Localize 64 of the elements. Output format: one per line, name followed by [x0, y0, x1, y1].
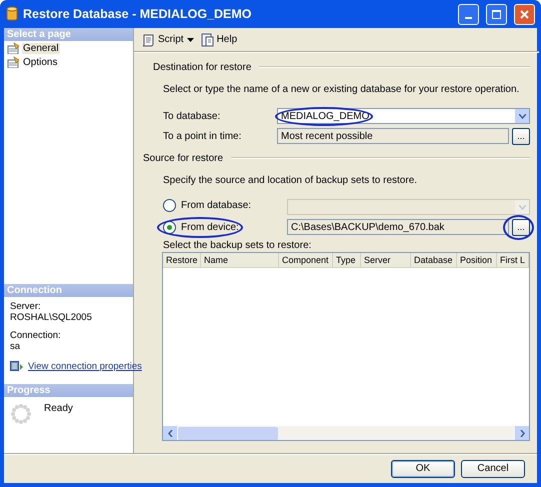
ok-button[interactable]: OK: [391, 460, 455, 478]
column-header[interactable]: Server: [361, 253, 411, 267]
database-dropdown[interactable]: MEDIALOG_DEMO: [277, 108, 530, 124]
column-header[interactable]: Database: [411, 253, 457, 267]
script-button[interactable]: Script: [141, 32, 194, 46]
connection-label: Connection:: [10, 330, 62, 341]
database-icon: [6, 6, 18, 22]
caret-icon: [186, 38, 194, 42]
chevron-down-icon: [518, 204, 526, 210]
section-header: Connection: [4, 284, 133, 297]
column-header[interactable]: Position: [457, 253, 497, 267]
help-button[interactable]: Help: [200, 32, 238, 46]
time-field: Most recent possible: [277, 128, 509, 144]
browse-button[interactable]: ...: [512, 128, 530, 144]
window-title: Restore Database - MEDIALOG_DEMO: [23, 7, 253, 21]
radio-option[interactable]: From device:: [163, 220, 239, 234]
field-label: To a point in time:: [163, 130, 242, 142]
field-label: To database:: [163, 110, 222, 122]
radio-option[interactable]: From database:: [163, 199, 252, 212]
spinner-icon: [10, 403, 32, 425]
radio-label: From device:: [181, 222, 239, 232]
field-value: C:\Bases\BACKUP\demo_670.bak: [291, 222, 444, 232]
cancel-button[interactable]: Cancel: [461, 460, 525, 478]
maximize-button[interactable]: [486, 4, 507, 24]
radio-label: From database:: [181, 200, 252, 211]
connection-properties-link[interactable]: View connection properties: [28, 360, 142, 372]
instruction-text: Specify the source and location of backup sets to restore.: [162, 174, 418, 188]
server-label: Server:: [10, 301, 42, 312]
column-header[interactable]: Restore: [163, 253, 201, 267]
user-name: sa: [10, 341, 22, 352]
close-button[interactable]: [514, 4, 535, 24]
properties-icon: [10, 360, 24, 372]
path-field[interactable]: [287, 199, 530, 215]
help-icon: [200, 32, 214, 46]
column-header[interactable]: First L: [497, 253, 529, 267]
page-icon: [7, 56, 19, 68]
maximize-icon: [491, 8, 502, 20]
table-label: Select the backup sets to restore:: [162, 239, 312, 251]
chevron-right-icon: [520, 430, 524, 436]
section-header: Select a page: [4, 28, 133, 41]
path-field[interactable]: C:\Bases\BACKUP\demo_670.bak: [287, 219, 509, 235]
page-item[interactable]: Options: [22, 56, 58, 68]
page-item[interactable]: General: [22, 42, 60, 54]
column-header[interactable]: Component: [279, 253, 333, 267]
column-header[interactable]: Type: [333, 253, 361, 267]
column-header[interactable]: Name: [201, 253, 279, 267]
chevron-left-icon: [168, 430, 172, 436]
instruction-text: Select or type the name of a new or existing database for your restore operation.: [162, 83, 520, 97]
horizontal-scrollbar[interactable]: [163, 426, 529, 440]
group-title: Destination for restore: [153, 62, 252, 72]
section-header: Progress: [4, 384, 133, 397]
scroll-icon: [141, 32, 155, 46]
radio-button[interactable]: [163, 199, 176, 212]
radio-button[interactable]: [163, 220, 176, 234]
dropdown-value: MEDIALOG_DEMO: [281, 110, 370, 122]
progress-status: Ready: [44, 403, 73, 416]
chevron-down-icon: [518, 114, 526, 118]
minimize-button[interactable]: [458, 4, 479, 24]
minimize-icon: [465, 16, 472, 18]
group-title: Source for restore: [143, 152, 224, 164]
page-icon: [7, 42, 19, 54]
browse-button[interactable]: ...: [512, 218, 530, 236]
server-name: ROSHAL\SQL2005: [10, 312, 93, 323]
close-icon: [519, 8, 530, 20]
